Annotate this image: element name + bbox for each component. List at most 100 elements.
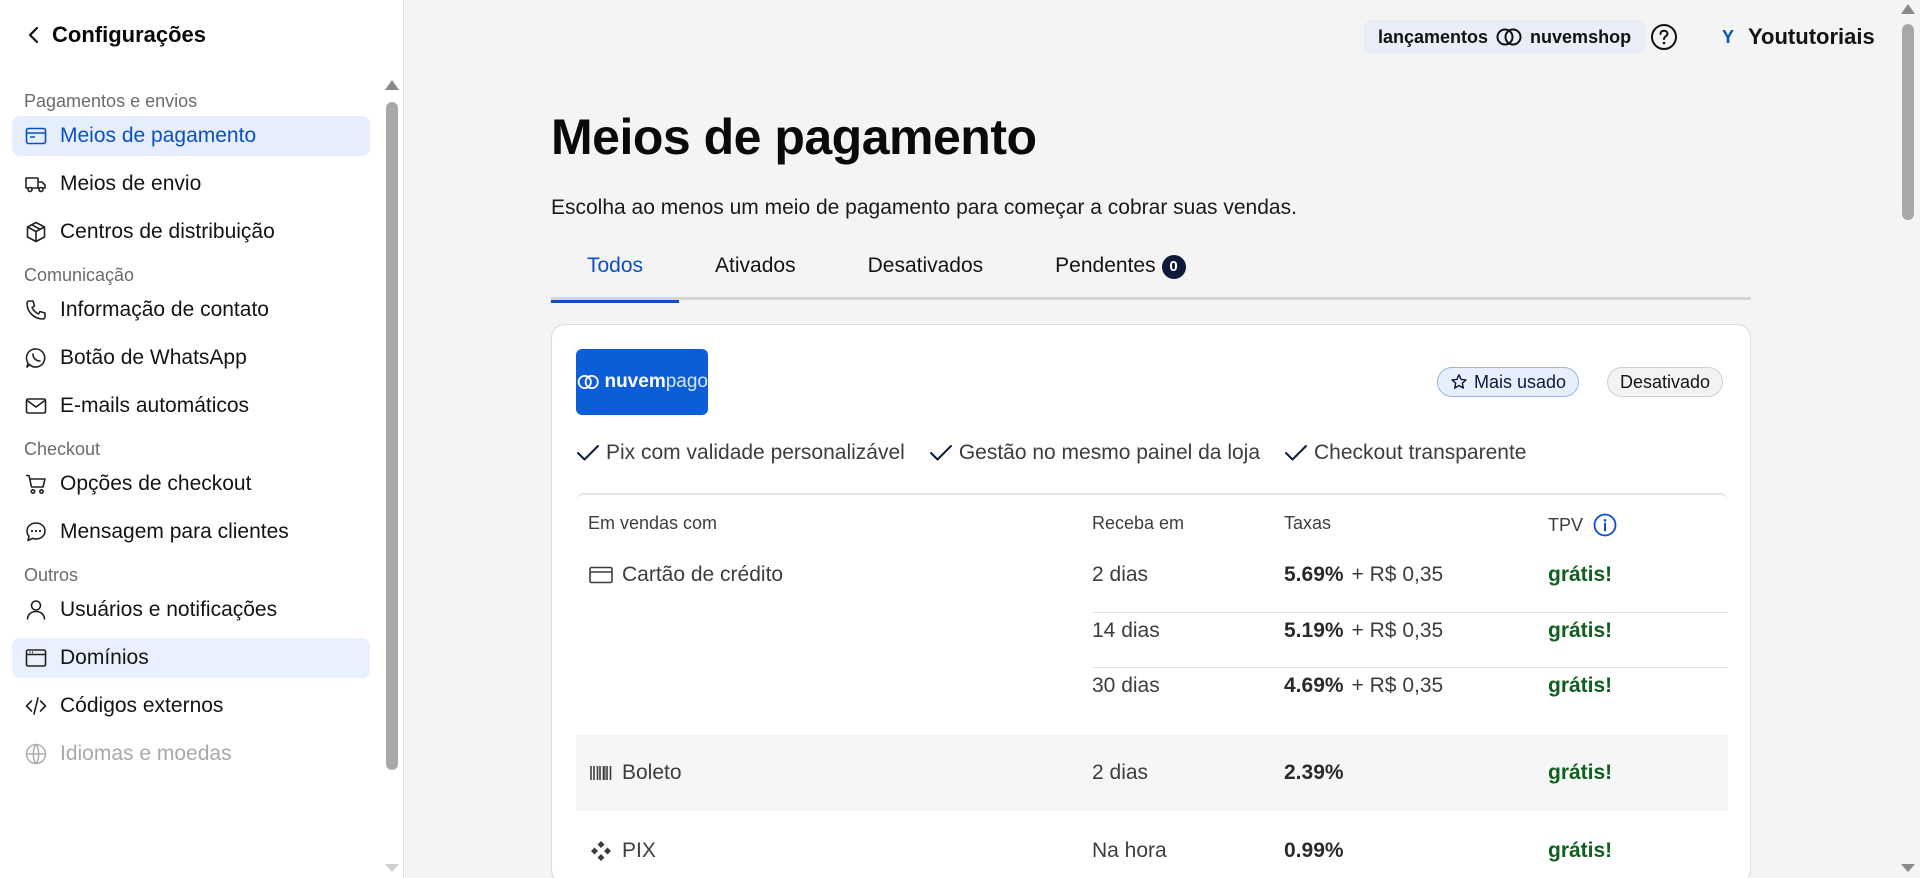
back-to-settings[interactable]: Configurações	[26, 22, 206, 48]
fee-cell: 0.99%	[1284, 825, 1344, 877]
tab-enabled[interactable]: Ativados	[679, 254, 832, 300]
payment-method-cell: PIX	[588, 825, 656, 877]
tpv-cell: grátis!	[1548, 674, 1613, 697]
sidebar-item-customer-message[interactable]: Mensagem para clientes	[12, 512, 370, 552]
sidebar-scroll-up-button[interactable]	[385, 80, 399, 90]
most-used-badge: Mais usado	[1437, 367, 1580, 397]
sidebar-section-title: Pagamentos e envios	[24, 91, 198, 111]
cart-icon	[26, 474, 46, 494]
fee-cell: 5.19% + R$ 0,35	[1284, 605, 1443, 657]
payment-provider-card: nuvempago Mais usado Desativado Pix com …	[551, 324, 1751, 878]
payment-method-label: PIX	[622, 839, 656, 862]
table-row: PIX Na hora 0.99% grátis!	[576, 825, 1728, 877]
sidebar-item-label: Códigos externos	[60, 694, 224, 717]
sidebar-item-label: Meios de envio	[60, 172, 202, 195]
star-icon	[1451, 374, 1467, 389]
pix-icon	[591, 841, 611, 861]
receive-in-cell: Na hora	[1092, 839, 1167, 862]
tab-pending[interactable]: Pendentes 0	[1019, 254, 1221, 300]
sidebar-scrollbar-thumb[interactable]	[386, 102, 398, 770]
payment-method-label: Cartão de crédito	[622, 563, 784, 586]
info-icon[interactable]	[1593, 513, 1617, 537]
payment-method-label: Boleto	[622, 761, 682, 784]
feature-label: Checkout transparente	[1314, 441, 1527, 464]
sidebar-item-label: Mensagem para clientes	[60, 520, 289, 543]
sidebar-item-label: Meios de pagamento	[60, 124, 257, 147]
receive-in-cell: 14 dias	[1092, 619, 1160, 642]
sidebar-item-label: Opções de checkout	[60, 472, 252, 495]
table-row: Boleto 2 dias 2.39% grátis!	[576, 735, 1728, 811]
sidebar-item-automatic-emails[interactable]: E-mails automáticos	[12, 386, 370, 426]
box-icon	[26, 221, 46, 243]
column-header-tpv: TPV	[1548, 513, 1617, 537]
tpv-cell: grátis!	[1548, 619, 1613, 642]
fee-rate: 5.19%	[1284, 619, 1344, 642]
pending-count-badge: 0	[1161, 255, 1186, 279]
phone-icon	[26, 300, 46, 320]
user-menu[interactable]: Y Yoututoriais	[1722, 22, 1875, 52]
tab-label: Pendentes	[1055, 254, 1156, 277]
sidebar-item-external-codes[interactable]: Códigos externos	[12, 686, 370, 726]
receive-in-cell: 2 dias	[1092, 563, 1149, 586]
feature-item: Pix com validade personalizável	[576, 441, 905, 465]
tab-label: Ativados	[715, 254, 796, 277]
browser-icon	[25, 649, 47, 667]
logo-text-bold: nuvem	[604, 371, 666, 392]
page-scroll-down-button[interactable]	[1901, 864, 1915, 872]
sidebar-item-languages-currencies[interactable]: Idiomas e moedas	[12, 734, 370, 774]
tab-label: Desativados	[867, 254, 984, 277]
table-row: 30 dias 4.69% + R$ 0,35 grátis!	[576, 660, 1728, 712]
code-icon	[25, 697, 47, 715]
tpv-cell: grátis!	[1548, 839, 1613, 862]
feature-item: Checkout transparente	[1284, 441, 1526, 465]
check-icon	[1285, 445, 1308, 461]
launches-badge[interactable]: lançamentos nuvemshop	[1364, 20, 1646, 54]
sidebar-title: Configurações	[52, 22, 207, 47]
page-title: Meios de pagamento	[551, 109, 1037, 165]
tab-all[interactable]: Todos	[551, 254, 680, 303]
feature-label: Gestão no mesmo painel da loja	[958, 441, 1261, 464]
sidebar-item-label: Informação de contato	[60, 298, 269, 321]
sidebar-item-payment-methods[interactable]: Meios de pagamento	[12, 116, 370, 156]
page-subtitle: Escolha ao menos um meio de pagamento pa…	[551, 196, 1297, 219]
badge-label: Mais usado	[1474, 371, 1567, 392]
fee-rate: 5.69%	[1284, 563, 1344, 586]
tab-label: Todos	[587, 254, 644, 277]
fee-fixed: + R$ 0,35	[1351, 619, 1444, 642]
receive-in-cell: 30 dias	[1092, 674, 1160, 697]
feature-label: Pix com validade personalizável	[606, 441, 905, 464]
tpv-cell: grátis!	[1548, 563, 1613, 586]
fees-table-header: Em vendas com Receba em Taxas TPV	[576, 493, 1728, 541]
fee-rate: 2.39%	[1284, 761, 1344, 784]
sidebar-section-title: Comunicação	[24, 265, 135, 285]
user-name: Yoututoriais	[1748, 24, 1875, 49]
avatar: Y	[1722, 26, 1735, 47]
page-scrollbar-thumb[interactable]	[1902, 24, 1914, 220]
sidebar-item-label: E-mails automáticos	[60, 394, 250, 417]
page-scroll-up-button[interactable]	[1901, 4, 1915, 14]
table-row: Cartão de crédito 2 dias 5.69% + R$ 0,35…	[576, 549, 1728, 601]
sidebar-item-distribution-centers[interactable]: Centros de distribuição	[12, 212, 370, 252]
feature-item: Gestão no mesmo painel da loja	[929, 441, 1260, 465]
payment-method-cell: Cartão de crédito	[588, 549, 783, 601]
check-icon	[577, 445, 599, 461]
launches-label: lançamentos	[1378, 26, 1489, 47]
sidebar-item-checkout-options[interactable]: Opções de checkout	[12, 464, 370, 504]
fee-fixed: + R$ 0,35	[1351, 563, 1444, 586]
chat-icon	[26, 522, 46, 542]
help-icon[interactable]	[1650, 23, 1678, 51]
sidebar-item-domains[interactable]: Domínios	[12, 638, 370, 678]
credit-card-icon	[589, 566, 613, 584]
badge-label: Desativado	[1620, 371, 1711, 392]
column-header: Taxas	[1284, 513, 1332, 533]
sidebar-scroll-down-button[interactable]	[385, 864, 399, 872]
fee-rate: 4.69%	[1284, 674, 1344, 697]
sidebar-item-contact-info[interactable]: Informação de contato	[12, 290, 370, 330]
fee-rate: 0.99%	[1284, 839, 1344, 862]
tab-disabled[interactable]: Desativados	[832, 254, 1020, 300]
sidebar-item-users-notifications[interactable]: Usuários e notificações	[12, 590, 370, 630]
whatsapp-icon	[25, 348, 46, 368]
sidebar-item-whatsapp-button[interactable]: Botão de WhatsApp	[12, 338, 370, 378]
sidebar-item-shipping-methods[interactable]: Meios de envio	[12, 164, 370, 204]
column-header: TPV	[1548, 514, 1584, 535]
